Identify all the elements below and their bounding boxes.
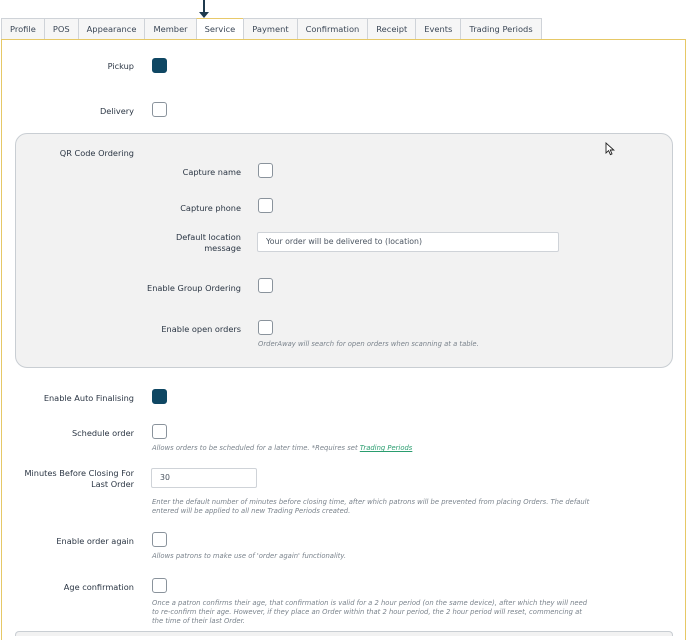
next-section-edge: [15, 631, 673, 636]
auto-finalising-checkbox[interactable]: [152, 389, 167, 404]
tab-receipt[interactable]: Receipt: [367, 18, 416, 40]
pickup-checkbox[interactable]: [152, 58, 167, 73]
capture-phone-label: Capture phone: [180, 203, 241, 213]
delivery-checkbox[interactable]: [152, 102, 167, 117]
mouse-cursor-icon: [605, 142, 615, 156]
tab-appearance[interactable]: Appearance: [77, 18, 145, 40]
capture-name-label: Capture name: [182, 167, 241, 177]
order-again-checkbox[interactable]: [152, 532, 167, 547]
order-again-label: Enable order again: [56, 536, 134, 546]
minutes-before-closing-help-line1: Enter the default number of minutes befo…: [152, 498, 590, 506]
qr-code-ordering-title: QR Code Ordering: [59, 148, 134, 158]
schedule-order-help-text: Allows orders to be scheduled for a late…: [152, 444, 360, 452]
tab-pos[interactable]: POS: [43, 18, 78, 40]
age-confirmation-help-line1: Once a patron confirms their age, that c…: [152, 599, 588, 607]
minutes-before-closing-label-line2: Last Order: [91, 479, 134, 489]
schedule-order-help: Allows orders to be scheduled for a late…: [152, 444, 412, 453]
schedule-order-label: Schedule order: [71, 428, 134, 438]
tab-events[interactable]: Events: [415, 18, 461, 40]
open-orders-help: OrderAway will search for open orders wh…: [258, 340, 479, 348]
group-ordering-label: Enable Group Ordering: [147, 283, 241, 293]
tab-confirmation[interactable]: Confirmation: [296, 18, 368, 40]
age-confirmation-help-line3: the time of their last Order.: [152, 617, 245, 625]
auto-finalising-label: Enable Auto Finalising: [43, 393, 134, 403]
default-location-label-line1: Default location: [175, 232, 241, 242]
default-location-message-input[interactable]: Your order will be delivered to (locatio…: [257, 232, 559, 252]
age-confirmation-label: Age confirmation: [63, 582, 134, 592]
trading-periods-link[interactable]: Trading Periods: [360, 444, 413, 452]
age-confirmation-checkbox[interactable]: [152, 578, 167, 593]
open-orders-label: Enable open orders: [161, 324, 241, 334]
tab-profile[interactable]: Profile: [1, 18, 44, 40]
tab-trading-periods[interactable]: Trading Periods: [460, 18, 542, 40]
tab-payment[interactable]: Payment: [243, 18, 297, 40]
order-again-help: Allows patrons to make use of 'order aga…: [152, 552, 347, 560]
tab-bar: Profile POS Appearance Member Service Pa…: [1, 18, 542, 40]
default-location-label-line2: message: [204, 243, 241, 253]
group-ordering-checkbox[interactable]: [258, 278, 273, 293]
pickup-label: Pickup: [107, 61, 134, 71]
tab-service[interactable]: Service: [195, 18, 244, 40]
schedule-order-checkbox[interactable]: [152, 424, 167, 439]
minutes-before-closing-help-line2: entered will be applied to all new Tradi…: [152, 507, 351, 515]
capture-phone-checkbox[interactable]: [258, 198, 273, 213]
minutes-before-closing-input[interactable]: 30: [151, 468, 257, 488]
open-orders-checkbox[interactable]: [258, 320, 273, 335]
delivery-label: Delivery: [100, 106, 134, 116]
capture-name-checkbox[interactable]: [258, 163, 273, 178]
minutes-before-closing-label-line1: Minutes Before Closing For: [24, 468, 134, 478]
age-confirmation-help-line2: to re-confirm their age. However, if the…: [152, 608, 582, 616]
tab-member[interactable]: Member: [144, 18, 196, 40]
